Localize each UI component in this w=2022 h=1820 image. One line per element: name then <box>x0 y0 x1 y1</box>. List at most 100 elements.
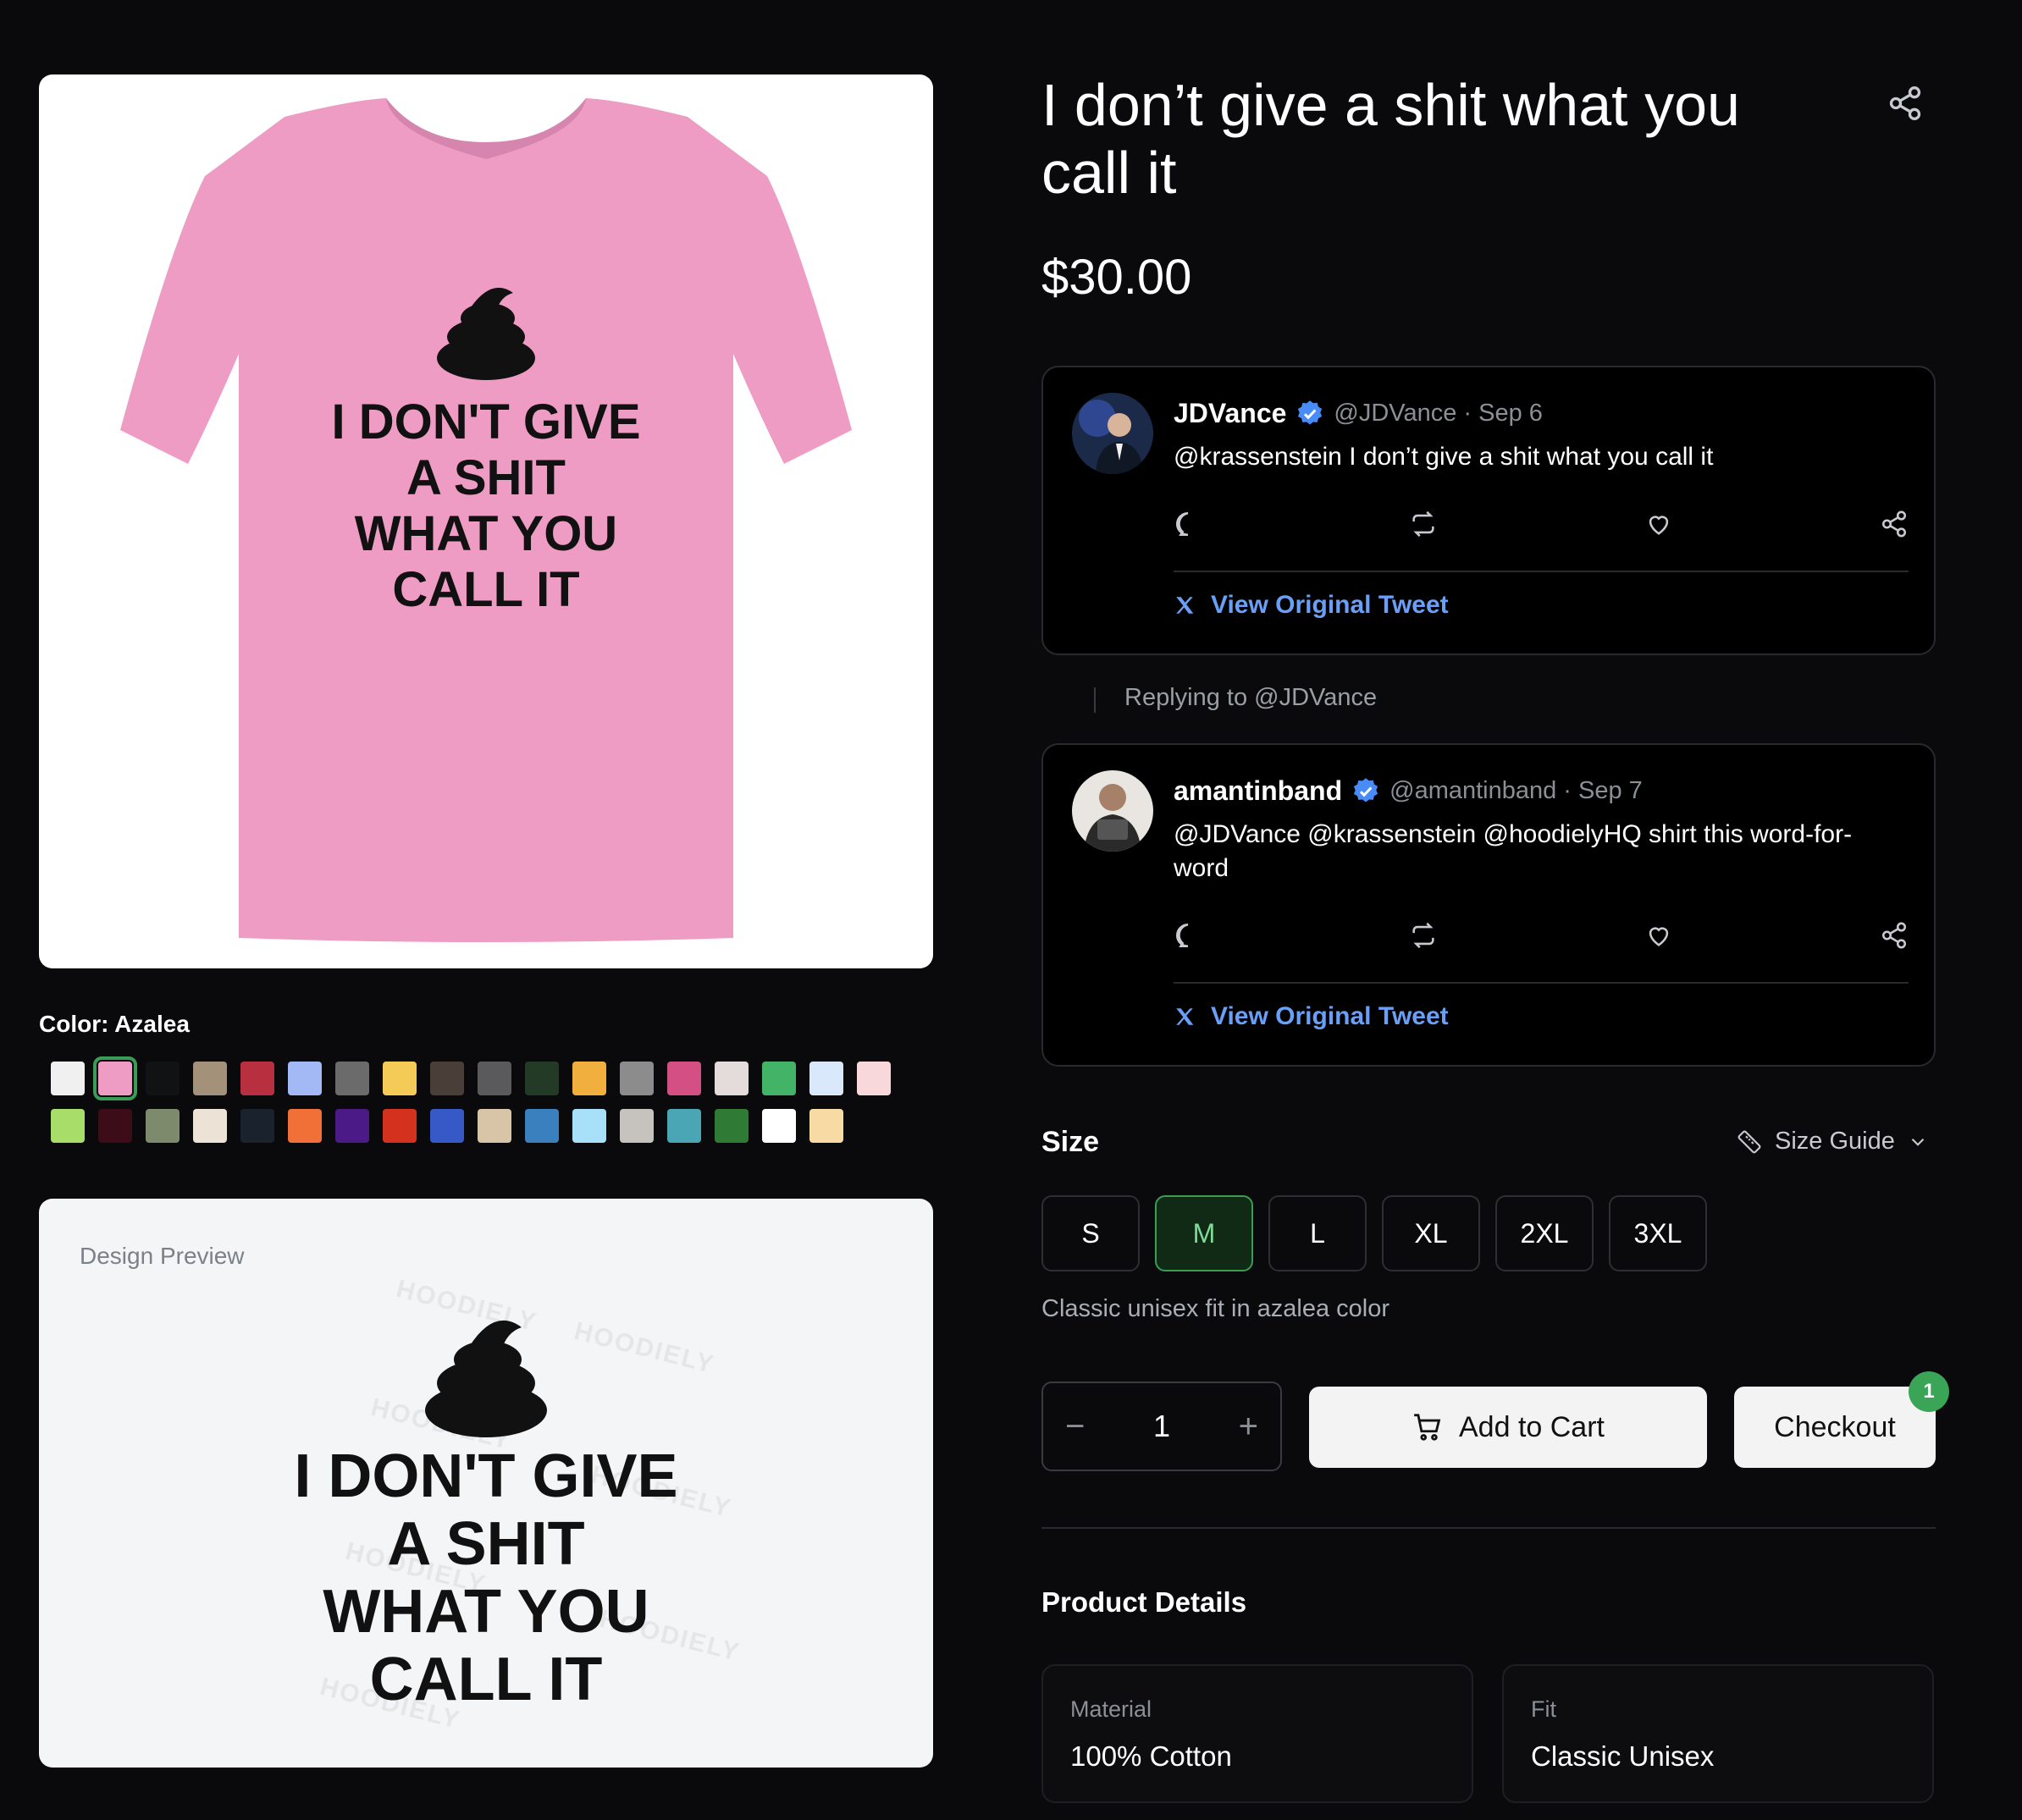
color-swatch[interactable] <box>620 1062 654 1095</box>
size-option-button[interactable]: M <box>1155 1195 1253 1271</box>
color-swatch[interactable] <box>620 1109 654 1143</box>
color-swatch[interactable] <box>572 1109 606 1143</box>
shirt-text-line-3: WHAT YOU <box>355 506 617 561</box>
tweet-actions <box>1174 510 1909 538</box>
color-swatch[interactable] <box>146 1109 180 1143</box>
color-swatch[interactable] <box>193 1062 227 1095</box>
size-option-button[interactable]: 2XL <box>1495 1195 1594 1271</box>
color-swatch[interactable] <box>288 1109 322 1143</box>
color-swatch[interactable] <box>572 1062 606 1095</box>
share-icon[interactable] <box>1887 85 1924 122</box>
tweet-card: amantinband @amantinband · Sep 7 @JDVanc… <box>1041 743 1936 1067</box>
tshirt-image: I DON'T GIVE A SHIT WHAT YOU CALL IT <box>120 98 852 942</box>
color-swatch[interactable] <box>51 1109 85 1143</box>
checkout-button[interactable]: Checkout <box>1734 1387 1936 1468</box>
color-swatch[interactable] <box>430 1109 464 1143</box>
share-icon[interactable] <box>1880 510 1909 538</box>
design-text-line-4: CALL IT <box>370 1646 603 1713</box>
color-swatch[interactable] <box>667 1062 701 1095</box>
color-swatch[interactable] <box>288 1062 322 1095</box>
x-logo-icon <box>1176 1008 1194 1025</box>
retweet-icon[interactable] <box>1409 921 1438 950</box>
color-swatch[interactable] <box>762 1109 796 1143</box>
view-original-tweet-link[interactable]: View Original Tweet <box>1174 591 1449 620</box>
color-swatch[interactable] <box>93 1056 137 1100</box>
color-swatch[interactable] <box>335 1109 369 1143</box>
tweet-author-name[interactable]: JDVance <box>1174 398 1286 429</box>
color-swatch[interactable] <box>809 1062 843 1095</box>
tweet-actions <box>1174 921 1909 950</box>
tweet-divider <box>1174 571 1909 572</box>
color-swatch[interactable] <box>667 1109 701 1143</box>
tweet-author-name[interactable]: amantinband <box>1174 775 1342 807</box>
color-swatch[interactable] <box>335 1062 369 1095</box>
product-image[interactable]: I DON'T GIVE A SHIT WHAT YOU CALL IT <box>39 74 933 968</box>
color-swatch[interactable] <box>525 1062 559 1095</box>
tweet-text: @JDVance @krassenstein @hoodielyHQ shirt… <box>1174 820 1853 882</box>
color-swatch[interactable] <box>715 1062 749 1095</box>
color-swatches <box>51 1056 906 1156</box>
color-swatch[interactable] <box>525 1109 559 1143</box>
color-swatch[interactable] <box>430 1062 464 1095</box>
color-swatch[interactable] <box>383 1062 417 1095</box>
checkout-label: Checkout <box>1774 1410 1896 1443</box>
swatch-row <box>51 1109 906 1143</box>
product-price: $30.00 <box>1041 250 1192 305</box>
color-swatch[interactable] <box>762 1062 796 1095</box>
quantity-value[interactable]: 1 <box>1153 1409 1170 1444</box>
color-swatch[interactable] <box>240 1109 274 1143</box>
color-label: Color: Azalea <box>39 1011 190 1037</box>
poop-icon <box>425 1320 547 1437</box>
detail-value: 100% Cotton <box>1070 1740 1232 1772</box>
swatch-row <box>51 1056 906 1100</box>
size-option-button[interactable]: S <box>1041 1195 1140 1271</box>
replying-to: Replying to @JDVance <box>1124 684 1378 711</box>
color-swatch[interactable] <box>383 1109 417 1143</box>
ruler-icon <box>1737 1130 1761 1153</box>
tweet-divider <box>1174 982 1909 984</box>
tweet-handle-date: @JDVance · Sep 6 <box>1334 400 1543 427</box>
color-swatch[interactable] <box>715 1109 749 1143</box>
quantity-stepper: − 1 + <box>1041 1382 1282 1471</box>
x-logo-icon <box>1176 597 1194 614</box>
product-title: I don’t give a shit what you call it <box>1041 72 1740 206</box>
tweet-card: JDVance @JDVance · Sep 6 @krassenstein I… <box>1041 366 1936 655</box>
color-swatch[interactable] <box>98 1109 132 1143</box>
design-text-line-3: WHAT YOU <box>323 1578 649 1646</box>
chevron-down-icon <box>1911 1138 1925 1146</box>
color-swatch[interactable] <box>478 1109 511 1143</box>
product-details-title: Product Details <box>1041 1586 1247 1618</box>
size-guide-label: Size Guide <box>1775 1128 1895 1155</box>
shirt-text-line-2: A SHIT <box>406 450 566 505</box>
share-icon[interactable] <box>1880 921 1909 950</box>
add-to-cart-button[interactable]: Add to Cart <box>1309 1387 1707 1468</box>
size-option-button[interactable]: XL <box>1382 1195 1480 1271</box>
color-swatch[interactable] <box>857 1062 891 1095</box>
detail-card-fit: Fit Classic Unisex <box>1502 1664 1934 1803</box>
view-original-tweet-label: View Original Tweet <box>1211 591 1449 619</box>
reply-icon[interactable] <box>1174 921 1202 950</box>
color-swatch[interactable] <box>51 1062 85 1095</box>
retweet-icon[interactable] <box>1409 510 1438 538</box>
color-swatch[interactable] <box>146 1062 180 1095</box>
reply-icon[interactable] <box>1174 510 1202 538</box>
like-icon[interactable] <box>1644 921 1673 950</box>
color-swatch[interactable] <box>809 1109 843 1143</box>
decrease-button[interactable]: − <box>1065 1408 1085 1446</box>
color-swatch[interactable] <box>240 1062 274 1095</box>
size-option-button[interactable]: 3XL <box>1609 1195 1707 1271</box>
verified-badge-icon <box>1354 777 1378 802</box>
detail-label: Fit <box>1531 1696 1556 1722</box>
avatar <box>1072 770 1153 852</box>
color-swatch[interactable] <box>193 1109 227 1143</box>
verified-badge-icon <box>1298 400 1323 424</box>
color-swatch[interactable] <box>478 1062 511 1095</box>
increase-button[interactable]: + <box>1239 1408 1258 1446</box>
tweet-handle-date: @amantinband · Sep 7 <box>1389 777 1643 804</box>
size-guide-button[interactable]: Size Guide <box>1736 1128 1929 1155</box>
design-text-line-1: I DON'T GIVE <box>294 1442 677 1510</box>
like-icon[interactable] <box>1644 510 1673 538</box>
shirt-text-line-1: I DON'T GIVE <box>331 394 640 449</box>
view-original-tweet-link[interactable]: View Original Tweet <box>1174 1002 1449 1031</box>
size-option-button[interactable]: L <box>1268 1195 1367 1271</box>
